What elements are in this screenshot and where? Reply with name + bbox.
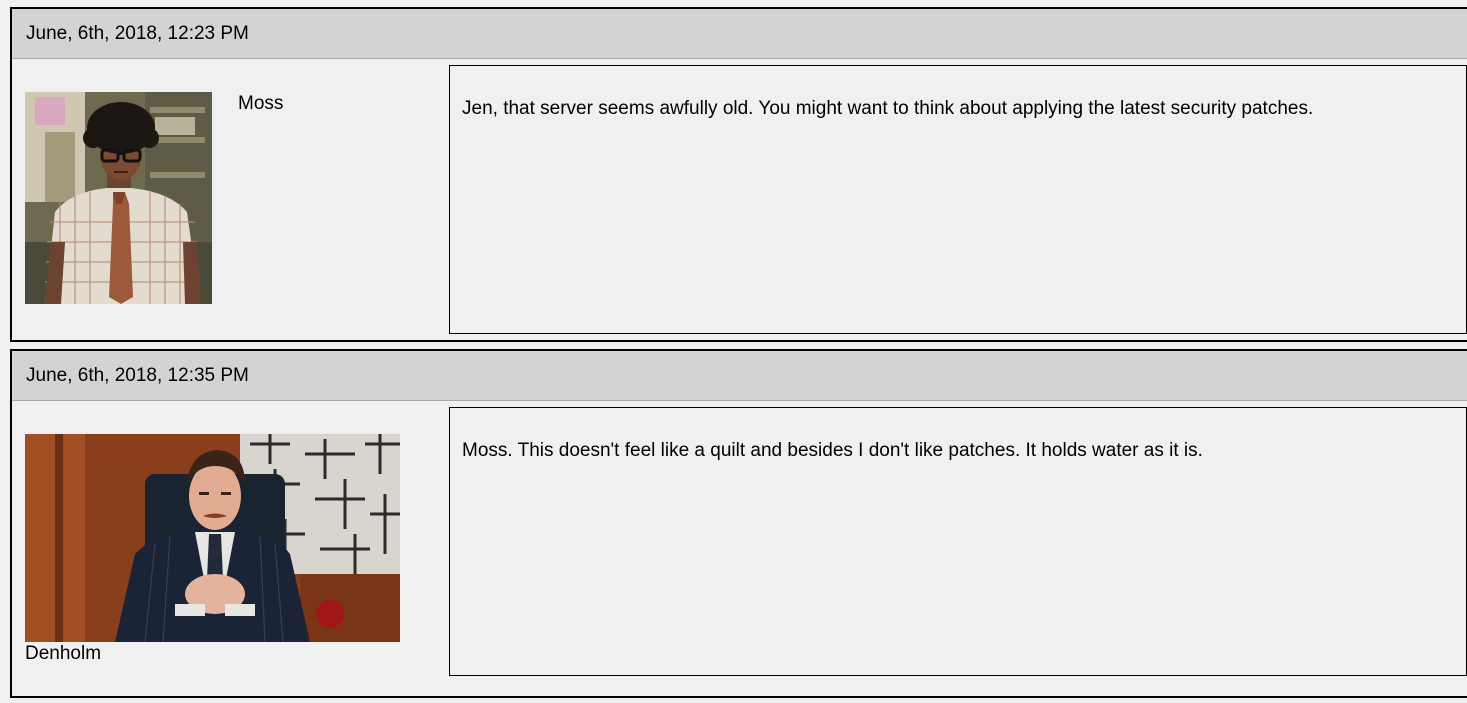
post-author	[25, 92, 212, 304]
post-timestamp: June, 6th, 2018, 12:35 PM	[12, 351, 1467, 401]
message-body: Jen, that server seems awfully old. You …	[449, 65, 1467, 334]
denholm-avatar-photo	[25, 434, 400, 642]
author-name: Moss	[238, 93, 284, 114]
comment-thread: June, 6th, 2018, 12:23 PM Moss Jen, that…	[10, 7, 1467, 698]
avatar	[25, 92, 212, 304]
author-name: Denholm	[25, 643, 102, 664]
avatar	[25, 434, 400, 642]
comment-post: June, 6th, 2018, 12:23 PM Moss Jen, that…	[10, 7, 1467, 342]
post-timestamp: June, 6th, 2018, 12:23 PM	[12, 9, 1467, 59]
post-author: Denholm	[25, 434, 400, 665]
comment-post: June, 6th, 2018, 12:35 PM Denholm Moss. …	[10, 349, 1467, 698]
message-body: Moss. This doesn't feel like a quilt and…	[449, 407, 1467, 676]
moss-avatar-photo	[25, 92, 212, 304]
